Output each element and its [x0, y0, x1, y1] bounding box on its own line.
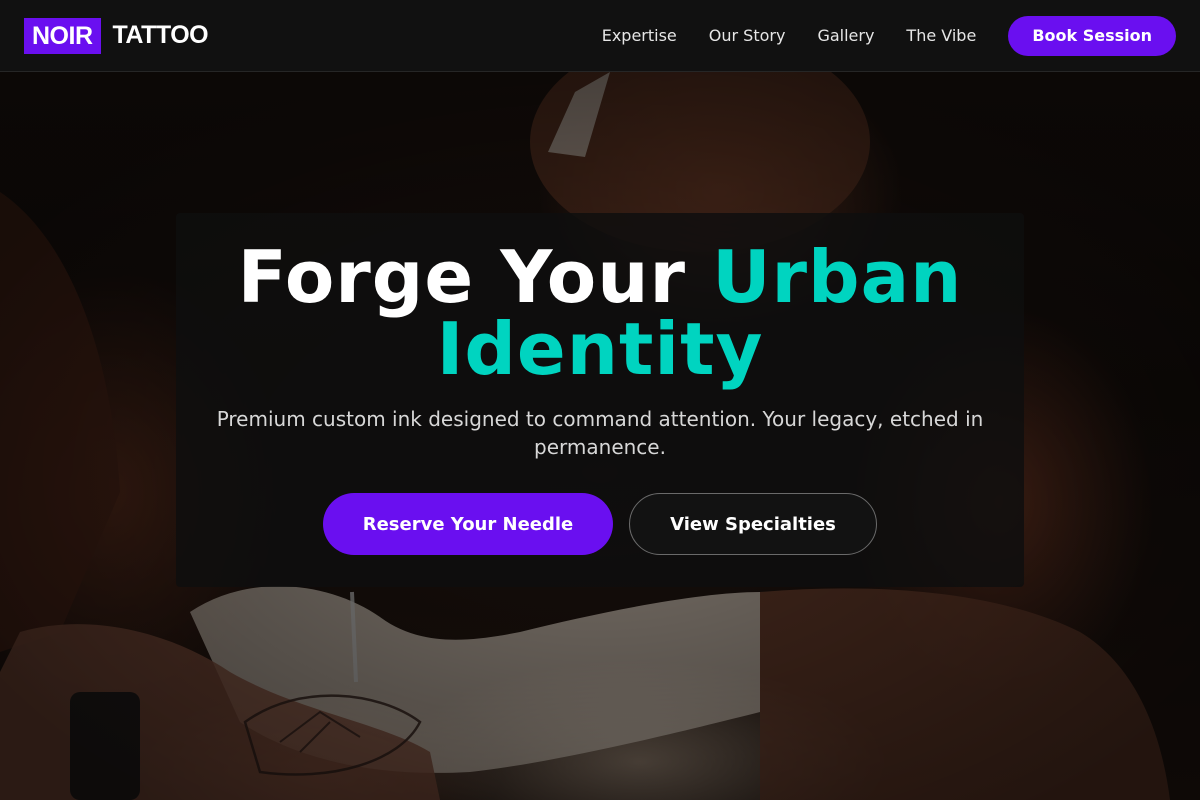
hero-cta-row: Reserve Your Needle View Specialties	[176, 493, 1024, 555]
site-header: NOIR TATTOO Expertise Our Story Gallery …	[0, 0, 1200, 72]
main-nav: Expertise Our Story Gallery The Vibe Boo…	[602, 15, 1176, 56]
nav-link-the-vibe[interactable]: The Vibe	[906, 26, 976, 45]
nav-link-gallery[interactable]: Gallery	[817, 26, 874, 45]
nav-link-our-story[interactable]: Our Story	[709, 26, 786, 45]
logo-wordmark: TATTOO	[112, 21, 209, 49]
reserve-needle-button[interactable]: Reserve Your Needle	[323, 493, 613, 555]
hero-title: Forge Your Urban Identity	[176, 241, 1024, 385]
page: NOIR TATTOO Expertise Our Story Gallery …	[0, 0, 1200, 800]
nav-link-expertise[interactable]: Expertise	[602, 26, 677, 45]
hero-card: Forge Your Urban Identity Premium custom…	[176, 213, 1024, 587]
hero-subtitle: Premium custom ink designed to command a…	[216, 407, 984, 459]
logo-badge: NOIR	[24, 17, 101, 54]
site-logo[interactable]: NOIR TATTOO	[24, 17, 209, 54]
view-specialties-button[interactable]: View Specialties	[629, 493, 877, 555]
book-session-button[interactable]: Book Session	[1008, 15, 1176, 56]
